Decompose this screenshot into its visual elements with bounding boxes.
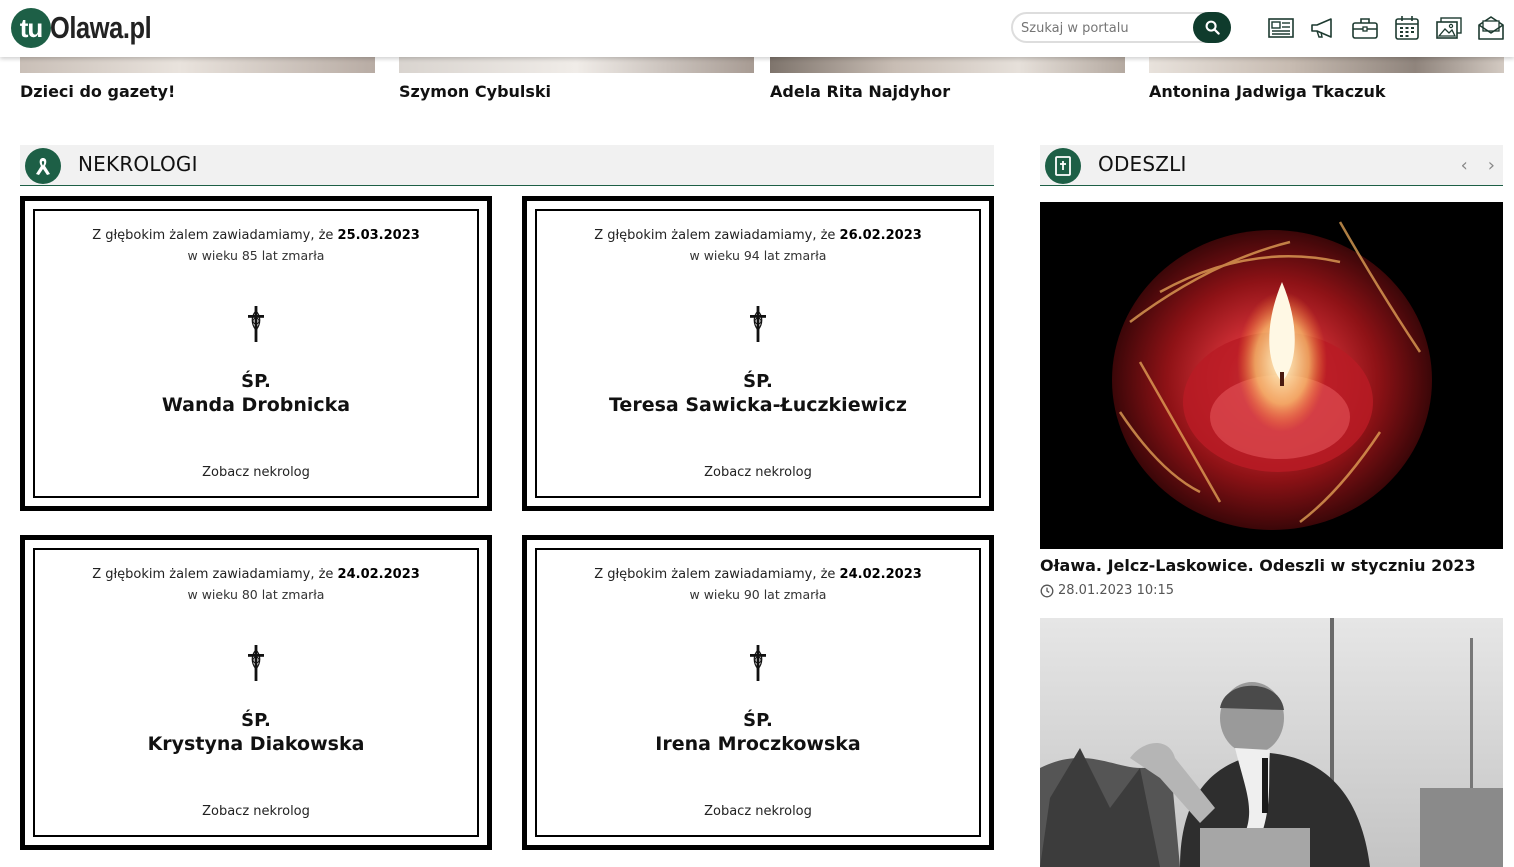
obituary-frame: Z głębokim żalem zawiadamiamy, że 25.03.… (33, 209, 479, 498)
section-title: NEKROLOGI (78, 152, 198, 176)
article-thumbnail[interactable] (1149, 57, 1504, 73)
site-logo[interactable]: tu Olawa.pl (11, 5, 173, 51)
article-title[interactable]: Antonina Jadwiga Tkaczuk (1149, 82, 1504, 101)
obituary-age: w wieku 94 lat zmarła (689, 248, 827, 263)
obituary-intro: Z głębokim żalem zawiadamiamy, że 24.02.… (35, 567, 477, 582)
top-article[interactable]: Szymon Cybulski (399, 57, 754, 101)
top-article[interactable]: Antonina Jadwiga Tkaczuk (1149, 57, 1504, 101)
speaker-photo[interactable] (1040, 618, 1503, 867)
ribbon-icon (25, 148, 61, 184)
memorial-book-icon (1045, 148, 1081, 184)
death-date: 26.02.2023 (839, 228, 922, 243)
obituary-prefix: ŚP. (241, 710, 271, 731)
obituary-card[interactable]: Z głębokim żalem zawiadamiamy, że 25.03.… (20, 196, 492, 511)
odeszli-header: ODESZLI ‹ › (1040, 145, 1503, 186)
search-input[interactable] (1021, 18, 1191, 38)
intro-text: Z głębokim żalem zawiadamiamy, że (594, 228, 840, 243)
article-thumbnail[interactable] (399, 57, 754, 73)
article-thumbnail[interactable] (20, 57, 375, 73)
obituary-prefix: ŚP. (743, 371, 773, 392)
article-title[interactable]: Szymon Cybulski (399, 82, 754, 101)
obituary-age: w wieku 85 lat zmarła (187, 248, 325, 263)
obituary-frame: Z głębokim żalem zawiadamiamy, że 26.02.… (535, 209, 981, 498)
obituary-prefix: ŚP. (241, 371, 271, 392)
view-obituary-link[interactable]: Zobacz nekrolog (35, 804, 477, 819)
section-title: ODESZLI (1098, 152, 1187, 176)
carousel-controls: ‹ › (1461, 155, 1495, 176)
nekrologi-header: NEKROLOGI (20, 145, 994, 186)
cross-icon (248, 645, 264, 681)
obituary-card[interactable]: Z głębokim żalem zawiadamiamy, że 24.02.… (522, 535, 994, 850)
view-obituary-link[interactable]: Zobacz nekrolog (35, 465, 477, 480)
article-title[interactable]: Adela Rita Najdyhor (770, 82, 1125, 101)
cross-icon (750, 645, 766, 681)
briefcase-icon[interactable] (1350, 13, 1380, 43)
megaphone-icon[interactable] (1308, 13, 1338, 43)
top-article[interactable]: Dzieci do gazety! (20, 57, 375, 101)
header-nav (1266, 13, 1506, 43)
search-button[interactable] (1193, 12, 1231, 43)
obituary-intro: Z głębokim żalem zawiadamiamy, że 25.03.… (35, 228, 477, 243)
clock-icon (1040, 584, 1054, 597)
mail-icon[interactable] (1476, 13, 1506, 43)
article-title[interactable]: Dzieci do gazety! (20, 82, 375, 101)
death-date: 24.02.2023 (839, 567, 922, 582)
deceased-name: Irena Mroczkowska (655, 733, 861, 755)
obituary-age: w wieku 90 lat zmarła (689, 587, 827, 602)
logo-badge: tu (11, 8, 51, 48)
prev-arrow-icon[interactable]: ‹ (1461, 155, 1468, 176)
deceased-name: Teresa Sawicka-Łuczkiewicz (609, 394, 907, 416)
obituary-intro: Z głębokim żalem zawiadamiamy, że 24.02.… (537, 567, 979, 582)
calendar-icon[interactable] (1392, 13, 1422, 43)
deceased-name: Wanda Drobnicka (161, 394, 351, 416)
odeszli-article-title[interactable]: Oława. Jelcz-Laskowice. Odeszli w styczn… (1040, 556, 1476, 575)
article-thumbnail[interactable] (770, 57, 1125, 73)
cross-icon (750, 306, 766, 342)
cross-icon (248, 306, 264, 342)
photos-icon[interactable] (1434, 13, 1464, 43)
obituary-intro: Z głębokim żalem zawiadamiamy, że 26.02.… (537, 228, 979, 243)
candle-photo[interactable] (1040, 202, 1503, 549)
obituary-frame: Z głębokim żalem zawiadamiamy, że 24.02.… (535, 548, 981, 837)
intro-text: Z głębokim żalem zawiadamiamy, że (594, 567, 840, 582)
date-text: 28.01.2023 10:15 (1058, 583, 1175, 598)
top-article[interactable]: Adela Rita Najdyhor (770, 57, 1125, 101)
next-arrow-icon[interactable]: › (1488, 155, 1495, 176)
obituary-frame: Z głębokim żalem zawiadamiamy, że 24.02.… (33, 548, 479, 837)
intro-text: Z głębokim żalem zawiadamiamy, że (92, 567, 338, 582)
newspaper-icon[interactable] (1266, 13, 1296, 43)
death-date: 25.03.2023 (337, 228, 420, 243)
obituary-card[interactable]: Z głębokim żalem zawiadamiamy, że 26.02.… (522, 196, 994, 511)
deceased-name: Krystyna Diakowska (147, 733, 365, 755)
logo-text: Olawa.pl (50, 10, 152, 45)
site-header: tu Olawa.pl (0, 0, 1514, 57)
view-obituary-link[interactable]: Zobacz nekrolog (537, 804, 979, 819)
search-box (1011, 12, 1231, 43)
odeszli-article-date: 28.01.2023 10:15 (1040, 583, 1174, 598)
death-date: 24.02.2023 (337, 567, 420, 582)
obituary-age: w wieku 80 lat zmarła (187, 587, 325, 602)
intro-text: Z głębokim żalem zawiadamiamy, że (92, 228, 338, 243)
obituary-prefix: ŚP. (743, 710, 773, 731)
search-icon (1205, 20, 1220, 35)
obituary-card[interactable]: Z głębokim żalem zawiadamiamy, że 24.02.… (20, 535, 492, 850)
view-obituary-link[interactable]: Zobacz nekrolog (537, 465, 979, 480)
